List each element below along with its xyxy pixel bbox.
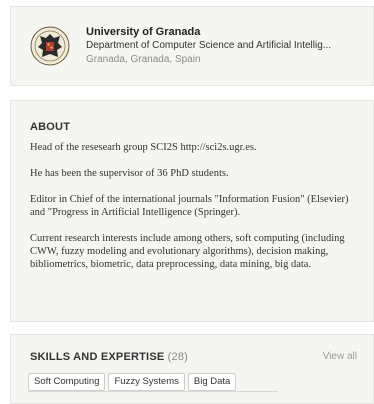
institution-name[interactable]: University of Granada <box>86 26 371 39</box>
about-paragraph: Head of the resesearh group SCI2S http:/… <box>30 142 257 153</box>
about-paragraph: He has been the supervisor of 36 PhD stu… <box>30 168 229 179</box>
skill-tags: Soft Computing Fuzzy Systems Big Data <box>28 371 239 391</box>
institution-card: University of Granada Department of Comp… <box>10 6 374 86</box>
about-body: Head of the resesearh group SCI2S http:/… <box>30 141 365 284</box>
skill-tag[interactable]: Fuzzy Systems <box>108 373 185 391</box>
skills-title-label: SKILLS AND EXPERTISE <box>30 351 165 363</box>
skills-title: SKILLS AND EXPERTISE (28) <box>30 351 188 363</box>
about-paragraph: Current research interests include among… <box>30 233 345 270</box>
skill-tag[interactable]: Big Data <box>187 373 237 391</box>
about-card: ABOUT Head of the resesearh group SCI2S … <box>10 100 374 322</box>
skills-count: (28) <box>167 351 189 363</box>
university-crest-icon[interactable] <box>30 26 70 66</box>
about-title: ABOUT <box>30 121 71 133</box>
view-all-link[interactable]: View all <box>323 351 357 362</box>
institution-location: Granada, Granada, Spain <box>86 54 201 65</box>
skill-tags-next-row <box>28 391 278 398</box>
about-paragraph: Editor in Chief of the international jou… <box>30 194 349 218</box>
skill-tag[interactable]: Soft Computing <box>28 373 106 391</box>
department-name[interactable]: Department of Computer Science and Artif… <box>86 39 366 53</box>
